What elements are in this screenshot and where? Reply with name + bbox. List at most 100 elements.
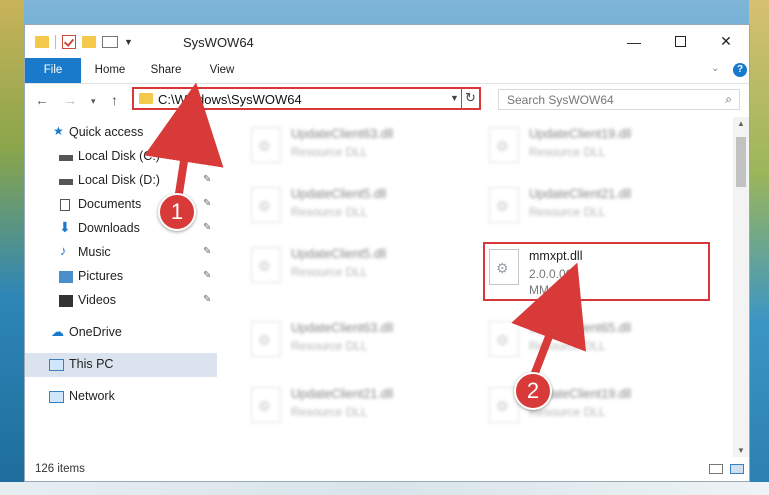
file-description: Resource DLL: [291, 405, 368, 419]
documents-icon: [60, 199, 70, 211]
sidebar-item-videos[interactable]: Videos ✎: [25, 289, 217, 313]
sidebar-item-label: OneDrive: [69, 325, 122, 339]
file-item[interactable]: UpdateClient21.dll Resource DLL: [243, 381, 463, 431]
scrollbar-thumb[interactable]: [736, 137, 746, 187]
window-title: SysWOW64: [183, 35, 254, 50]
vertical-scrollbar[interactable]: ▲ ▼: [733, 117, 749, 457]
recent-locations-icon[interactable]: ▾: [91, 96, 96, 107]
file-description: Resource DLL: [529, 205, 606, 219]
customize-icon[interactable]: [102, 36, 118, 48]
address-bar[interactable]: C:\Windows\SysWOW64 ▼ ↻: [132, 87, 481, 110]
dll-file-icon: [251, 127, 281, 163]
toolbar-divider: [55, 35, 56, 49]
scroll-up-icon[interactable]: ▲: [737, 119, 745, 128]
dll-file-icon: [489, 321, 519, 357]
sidebar-item-label: Downloads: [78, 221, 140, 235]
properties-icon[interactable]: [62, 35, 76, 49]
taskbar-strip: [0, 482, 769, 495]
help-icon[interactable]: ?: [733, 63, 747, 77]
file-item[interactable]: UpdateClient5.dll Resource DLL: [243, 181, 463, 231]
pin-icon: ✎: [203, 246, 212, 257]
file-name: UpdateClient65.dll: [529, 321, 632, 335]
scroll-down-icon[interactable]: ▼: [737, 446, 745, 455]
computer-icon: [49, 359, 64, 371]
file-name: UpdateClient21.dll: [529, 187, 632, 201]
sidebar-item-local-disk-d[interactable]: Local Disk (D:) ✎: [25, 169, 217, 193]
navigation-bar: ← → ▾ ↑ C:\Windows\SysWOW64 ▼ ↻ Search S…: [25, 83, 749, 117]
file-item[interactable]: UpdateClient63.dll Resource DLL: [243, 121, 463, 171]
sidebar-item-this-pc[interactable]: This PC: [25, 353, 217, 377]
file-description: Resource DLL: [291, 339, 368, 353]
music-icon: ♪: [60, 243, 67, 258]
pin-icon: ✎: [203, 198, 212, 209]
tab-share[interactable]: Share: [139, 58, 193, 83]
address-path[interactable]: C:\Windows\SysWOW64: [158, 92, 302, 107]
dll-file-icon: [251, 247, 281, 283]
toolbar-dropdown-icon[interactable]: ▼: [124, 37, 133, 47]
up-arrow-icon[interactable]: ↑: [111, 92, 118, 108]
file-item[interactable]: UpdateClient63.dll Resource DLL: [243, 315, 463, 365]
sidebar-item-network[interactable]: Network: [25, 385, 217, 409]
tab-view[interactable]: View: [195, 58, 249, 83]
folder-icon: [139, 93, 153, 104]
sidebar-item-music[interactable]: ♪ Music ✎: [25, 241, 217, 265]
search-box[interactable]: Search SysWOW64 ⌕: [498, 89, 740, 110]
sidebar-item-label: Music: [78, 245, 111, 259]
tiles-view-icon[interactable]: [730, 464, 744, 474]
details-view-icon[interactable]: [709, 464, 723, 474]
sidebar-item-label: This PC: [69, 357, 114, 371]
file-description: Resource DLL: [291, 265, 368, 279]
videos-icon: [59, 295, 73, 307]
file-name: UpdateClient19.dll: [529, 127, 632, 141]
dll-file-icon: [251, 321, 281, 357]
highlight-box: [483, 242, 710, 301]
file-item[interactable]: UpdateClient65.dll Resource DLL: [481, 315, 701, 365]
folder-icon[interactable]: [35, 36, 49, 48]
sidebar-item-onedrive[interactable]: ☁ OneDrive: [25, 321, 217, 345]
sidebar-item-quick-access[interactable]: ★ Quick access: [25, 121, 217, 145]
forward-arrow-icon[interactable]: →: [63, 92, 77, 108]
ribbon-expand-icon[interactable]: ⌄: [711, 63, 719, 74]
back-arrow-icon[interactable]: ←: [35, 92, 49, 108]
sidebar-item-local-disk-c[interactable]: Local Disk (C:) ✎: [25, 145, 217, 169]
file-name: UpdateClient5.dll: [291, 247, 387, 261]
item-count: 126 items: [35, 463, 85, 475]
maximize-icon: [674, 36, 686, 47]
dll-file-icon: [489, 187, 519, 223]
pin-icon: ✎: [203, 150, 212, 161]
dll-file-icon: [251, 187, 281, 223]
navigation-pane: ★ Quick access Local Disk (C:) ✎ Local D…: [25, 117, 217, 457]
address-dropdown-icon[interactable]: ▼: [450, 93, 459, 103]
ribbon: File Home Share View ⌄ ?: [25, 58, 749, 84]
file-item[interactable]: UpdateClient5.dll Resource DLL: [243, 241, 463, 291]
sidebar-item-pictures[interactable]: Pictures ✎: [25, 265, 217, 289]
sidebar-item-label: Pictures: [78, 269, 124, 283]
sidebar-item-label: Local Disk (D:): [78, 173, 160, 187]
cloud-icon: ☁: [51, 324, 64, 339]
file-name: UpdateClient21.dll: [291, 387, 394, 401]
file-item[interactable]: UpdateClient19.dll Resource DLL: [481, 121, 701, 171]
drive-icon: [59, 155, 73, 161]
sidebar-item-label: Local Disk (C:): [78, 149, 160, 163]
tab-home[interactable]: Home: [83, 58, 137, 83]
network-icon: [49, 391, 64, 403]
new-folder-icon[interactable]: [82, 36, 96, 48]
search-icon[interactable]: ⌕: [725, 92, 732, 107]
download-icon: ⬇: [59, 219, 71, 235]
desktop-background-left: [0, 0, 24, 495]
minimize-button[interactable]: —: [611, 25, 657, 58]
quick-access-toolbar: ▼: [35, 35, 133, 49]
file-description: Resource DLL: [529, 145, 606, 159]
dll-file-icon: [489, 127, 519, 163]
step-marker-1: 1: [158, 193, 196, 231]
pictures-icon: [59, 271, 73, 283]
pin-icon: ✎: [203, 174, 212, 185]
maximize-button[interactable]: [657, 25, 703, 58]
close-button[interactable]: ✕: [703, 25, 749, 58]
file-item[interactable]: UpdateClient21.dll Resource DLL: [481, 181, 701, 231]
search-placeholder: Search SysWOW64: [507, 93, 614, 107]
refresh-icon[interactable]: ↻: [465, 90, 476, 106]
step-marker-2: 2: [514, 372, 552, 410]
tab-file[interactable]: File: [25, 58, 81, 83]
file-description: Resource DLL: [291, 145, 368, 159]
